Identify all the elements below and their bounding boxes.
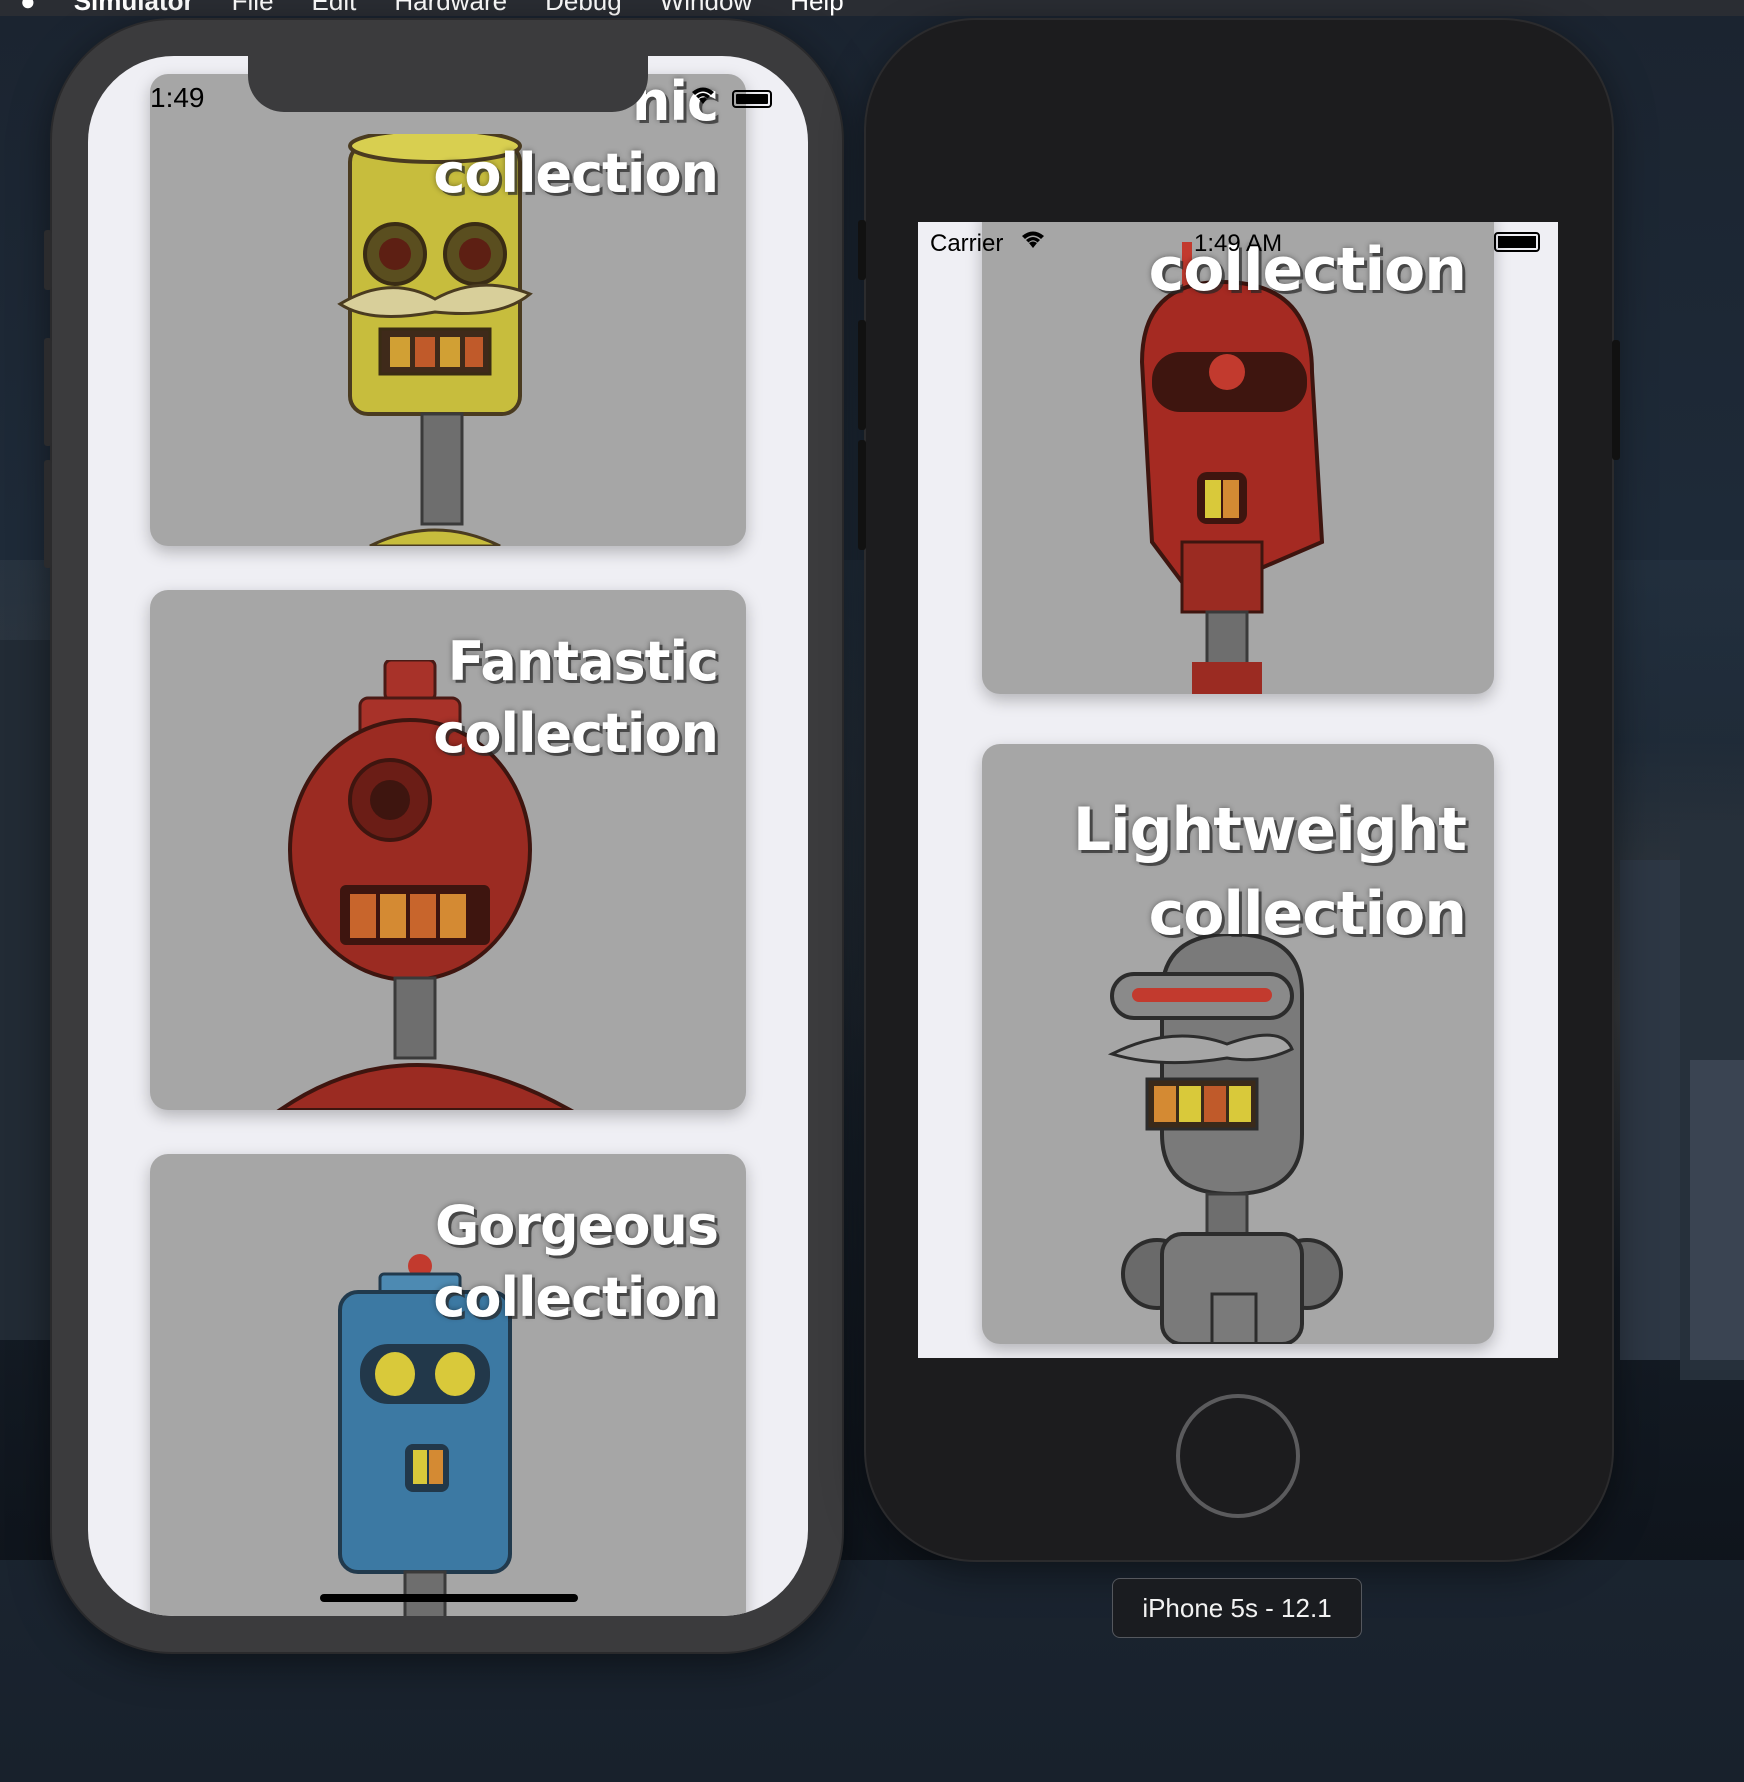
- device-label: iPhone 5s - 12.1: [1112, 1578, 1362, 1638]
- mute-switch[interactable]: [858, 220, 866, 280]
- carrier-label: Carrier: [930, 230, 1004, 257]
- collection-card[interactable]: Fantastic collection: [150, 590, 746, 1110]
- iphone-5s-screen[interactable]: Carrier 1:49 AM collection Lightweight c…: [918, 222, 1558, 1358]
- battery-icon: [1494, 232, 1540, 252]
- volume-up-button[interactable]: [858, 320, 866, 430]
- menu-hardware[interactable]: Hardware: [394, 0, 507, 16]
- status-bar: Carrier 1:49 AM: [918, 222, 1558, 262]
- collection-card[interactable]: Gorgeous collection: [150, 1154, 746, 1616]
- card-title-line1: Lightweight: [1072, 795, 1467, 865]
- mute-switch[interactable]: [44, 230, 52, 290]
- card-title-line2: collection: [433, 702, 719, 765]
- collection-card[interactable]: collection: [982, 222, 1494, 694]
- menu-debug[interactable]: Debug: [545, 0, 622, 16]
- menu-app-name[interactable]: Simulator: [74, 0, 194, 16]
- status-time: 1:49: [150, 82, 205, 113]
- building: [0, 640, 50, 1340]
- wifi-icon: [688, 84, 718, 113]
- apple-icon[interactable]: ●: [20, 0, 36, 16]
- card-title-line2: collection: [433, 142, 719, 205]
- menu-help[interactable]: Help: [790, 0, 843, 16]
- iphone-5s-device: Carrier 1:49 AM collection Lightweight c…: [858, 20, 1620, 1560]
- card-title: Lightweight collection: [1072, 788, 1467, 956]
- card-title-line2: collection: [1148, 879, 1467, 949]
- battery-icon: [732, 90, 772, 108]
- building: [1620, 860, 1680, 1360]
- collection-card[interactable]: Lightweight collection: [982, 744, 1494, 1344]
- iphone-x-device: 1:49 nic collection Fantastic collection…: [44, 20, 842, 1652]
- home-button[interactable]: [1176, 1394, 1300, 1518]
- volume-up-button[interactable]: [44, 338, 52, 446]
- volume-down-button[interactable]: [858, 440, 866, 550]
- volume-down-button[interactable]: [44, 460, 52, 568]
- menu-file[interactable]: File: [232, 0, 274, 16]
- card-title-line2: collection: [433, 1266, 719, 1329]
- building: [1690, 1060, 1744, 1360]
- card-title: Gorgeous collection: [433, 1190, 719, 1334]
- menu-window[interactable]: Window: [660, 0, 752, 16]
- menubar: ● Simulator File Edit Hardware Debug Win…: [0, 0, 1744, 16]
- grey-robot-image: [1107, 934, 1343, 1344]
- status-bar: 1:49: [88, 56, 808, 146]
- status-time: 1:49 AM: [1194, 230, 1283, 257]
- card-title-line1: Fantastic: [447, 630, 719, 693]
- menu-edit[interactable]: Edit: [312, 0, 357, 16]
- wifi-icon: [1018, 228, 1048, 257]
- iphone-x-screen[interactable]: 1:49 nic collection Fantastic collection…: [88, 56, 808, 1616]
- card-title-line1: Gorgeous: [434, 1194, 719, 1257]
- home-indicator[interactable]: [320, 1594, 578, 1602]
- power-button[interactable]: [1612, 340, 1620, 460]
- card-title: Fantastic collection: [433, 626, 719, 770]
